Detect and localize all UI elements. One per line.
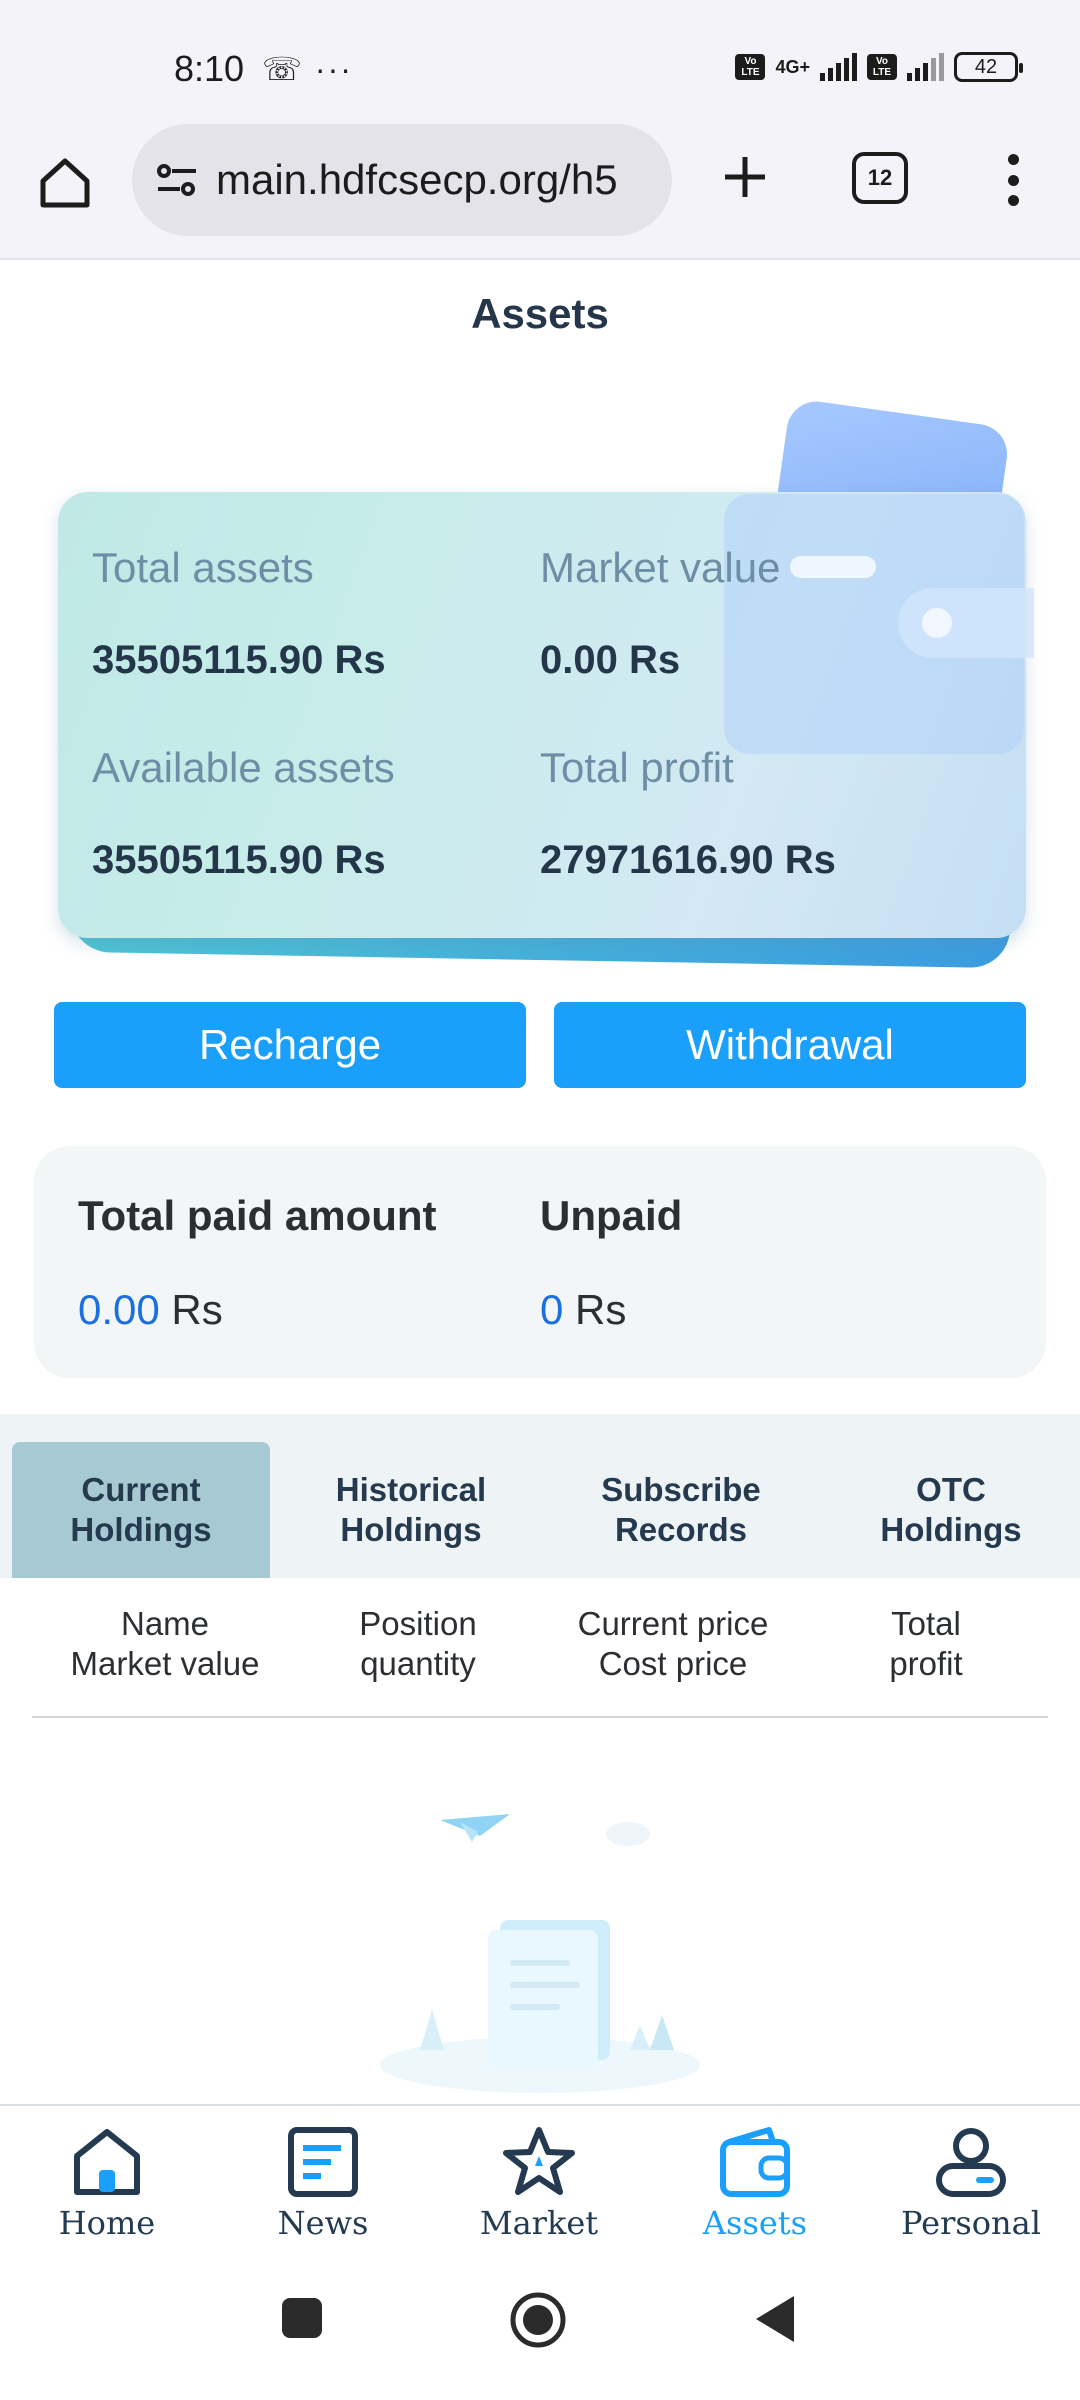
- recents-button-icon[interactable]: [280, 2296, 324, 2340]
- new-tab-button[interactable]: [710, 142, 780, 212]
- browser-menu-button[interactable]: [990, 150, 1036, 210]
- site-settings-icon: [157, 164, 196, 196]
- page-title: Assets: [471, 290, 609, 337]
- header-line1: Current price: [577, 1605, 769, 1642]
- menu-dot: [1007, 195, 1019, 206]
- unpaid-unit: Rs: [563, 1286, 627, 1333]
- back-button-icon[interactable]: [752, 2294, 796, 2344]
- column-header-price: Current price Cost price: [548, 1604, 798, 1684]
- bottom-navigation: Home News Market Assets Personal: [0, 2104, 1080, 2252]
- empty-state-illustration: [380, 1814, 700, 2093]
- tab-label-line1: Current: [81, 1471, 201, 1508]
- nav-home[interactable]: Home: [12, 2126, 202, 2242]
- header-line1: Name: [120, 1605, 210, 1642]
- nav-label: News: [277, 2204, 369, 2242]
- tab-label-line1: Historical: [335, 1471, 487, 1508]
- battery-level: 42: [974, 55, 998, 78]
- url-text: main.hdfcsecp.org/h5: [216, 156, 618, 203]
- news-icon: [288, 2127, 358, 2197]
- nav-label: Assets: [702, 2204, 808, 2242]
- available-assets-value: 35505115.90 Rs: [92, 838, 386, 882]
- unpaid-number: 0: [540, 1286, 564, 1333]
- wallet-button-dot: [922, 608, 952, 638]
- tab-count: 12: [867, 165, 893, 190]
- table-divider: [32, 1716, 1048, 1718]
- header-line2: Market value: [70, 1645, 260, 1682]
- tab-label-line2: Records: [614, 1511, 748, 1548]
- tab-historical-holdings[interactable]: Historical Holdings: [282, 1442, 540, 1578]
- tab-current-holdings[interactable]: Current Holdings: [12, 1442, 270, 1578]
- nav-label: Home: [58, 2204, 156, 2242]
- tab-label-line2: Holdings: [880, 1511, 1022, 1548]
- total-paid-unit: Rs: [159, 1286, 223, 1333]
- total-assets-label: Total assets: [92, 544, 314, 591]
- nav-assets[interactable]: Assets: [660, 2126, 850, 2242]
- header-line2: profit: [889, 1645, 963, 1682]
- column-header-name: Name Market value: [40, 1604, 290, 1684]
- tab-label-line2: Holdings: [70, 1511, 212, 1548]
- unpaid-label: Unpaid: [540, 1192, 683, 1239]
- volte-icon: Vo LTE: [735, 54, 766, 80]
- header-line2: Cost price: [598, 1645, 748, 1682]
- tab-switcher-button[interactable]: 12: [852, 152, 908, 204]
- holdings-tabs: Current Holdings Historical Holdings Subsc…: [0, 1414, 1080, 1578]
- person-icon: [936, 2128, 1006, 2197]
- total-paid-value: 0.00 Rs: [78, 1286, 223, 1334]
- payment-summary: [34, 1146, 1046, 1378]
- address-bar[interactable]: main.hdfcsecp.org/h5: [132, 124, 672, 236]
- column-header-profit: Total profit: [826, 1604, 1026, 1684]
- available-assets-label: Available assets: [92, 744, 395, 791]
- tab-subscribe-records[interactable]: Subscribe Records: [552, 1442, 810, 1578]
- menu-dot: [1007, 154, 1019, 165]
- signal-icon: [820, 53, 857, 81]
- total-paid-label: Total paid amount: [78, 1192, 437, 1239]
- nav-label: Personal: [901, 2204, 1041, 2242]
- star-icon: [503, 2127, 575, 2195]
- browser-home-button[interactable]: [30, 148, 100, 218]
- battery-icon: 42: [954, 52, 1023, 82]
- call-and-more-icons: ☏ ···: [262, 51, 353, 87]
- nav-news[interactable]: News: [228, 2126, 418, 2242]
- home-button-icon[interactable]: [508, 2290, 568, 2350]
- nav-personal[interactable]: Personal: [876, 2126, 1066, 2242]
- wallet-clasp: [898, 588, 1034, 658]
- market-value-label: Market value: [540, 544, 781, 591]
- home-icon: [74, 2129, 140, 2195]
- network-type: 4G+: [775, 57, 810, 77]
- header-line1: Position: [359, 1605, 477, 1642]
- status-bar: 8:10 ☏ ··· Vo LTE 4G+ Vo LTE 42: [0, 0, 1080, 120]
- volte-icon-2: Vo LTE: [867, 54, 897, 80]
- home-outline-icon: [40, 158, 90, 208]
- tab-label-line1: Subscribe: [601, 1471, 761, 1508]
- total-paid-number: 0.00: [78, 1286, 160, 1333]
- tab-label-line1: OTC: [916, 1471, 986, 1508]
- column-header-position: Position quantity: [318, 1604, 518, 1684]
- nav-market[interactable]: Market: [444, 2126, 634, 2242]
- status-right-icons: Vo LTE 4G+ Vo LTE 42: [735, 52, 1023, 82]
- tab-otc-holdings[interactable]: OTC Holdings: [822, 1442, 1080, 1578]
- total-profit-value: 27971616.90 Rs: [540, 838, 836, 882]
- header-line1: Total: [891, 1605, 961, 1642]
- wallet-icon: [720, 2127, 790, 2197]
- system-navigation-bar: [0, 2252, 1080, 2400]
- total-assets-value: 35505115.90 Rs: [92, 638, 386, 682]
- plus-icon: [725, 157, 765, 197]
- signal-icon-2: [907, 53, 944, 81]
- status-time: 8:10: [174, 48, 245, 89]
- unpaid-value: 0 Rs: [540, 1286, 626, 1334]
- recharge-button[interactable]: Recharge: [54, 1002, 526, 1088]
- nav-label: Market: [479, 2204, 599, 2242]
- total-profit-label: Total profit: [540, 744, 734, 791]
- tab-label-line2: Holdings: [340, 1511, 482, 1548]
- withdrawal-button[interactable]: Withdrawal: [554, 1002, 1026, 1088]
- wallet-slot: [790, 556, 876, 578]
- header-line2: quantity: [360, 1645, 476, 1682]
- browser-toolbar: main.hdfcsecp.org/h5 12: [0, 120, 1080, 260]
- market-value-value: 0.00 Rs: [540, 638, 681, 682]
- menu-dot: [1007, 174, 1019, 186]
